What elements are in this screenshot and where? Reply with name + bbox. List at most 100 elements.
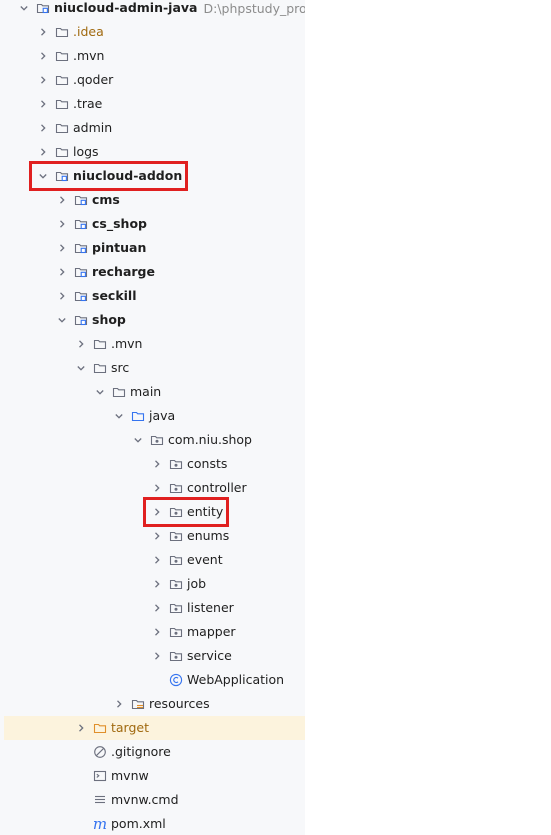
package-icon <box>169 649 183 663</box>
chevron-down-icon[interactable] <box>94 386 106 398</box>
chevron-right-icon[interactable] <box>151 482 163 494</box>
chevron-right-icon[interactable] <box>75 338 87 350</box>
tree-item-label: pom.xml <box>111 816 166 831</box>
tree-item-label: admin <box>73 120 113 135</box>
tree-item-controller[interactable]: controller <box>4 476 305 500</box>
tree-item-com-niu-shop[interactable]: com.niu.shop <box>4 428 305 452</box>
class-icon <box>169 673 183 687</box>
gitignore-icon <box>93 745 107 759</box>
tree-item-label: cms <box>92 192 120 207</box>
chevron-right-icon[interactable] <box>151 530 163 542</box>
tree-item-mapper[interactable]: mapper <box>4 620 305 644</box>
chevron-right-icon[interactable] <box>75 722 87 734</box>
tree-item-recharge[interactable]: recharge <box>4 260 305 284</box>
tree-item-logs[interactable]: logs <box>4 140 305 164</box>
project-path: D:\phpstudy_pro\W <box>203 0 305 16</box>
module-folder-icon <box>74 217 88 231</box>
tree-item-webapplication[interactable]: WebApplication <box>4 668 305 692</box>
chevron-right-icon[interactable] <box>151 650 163 662</box>
chevron-right-icon[interactable] <box>37 122 49 134</box>
tree-item-target[interactable]: target <box>4 716 305 740</box>
tree-item-service[interactable]: service <box>4 644 305 668</box>
tree-item-consts[interactable]: consts <box>4 452 305 476</box>
tree-item-idea[interactable]: .idea <box>4 20 305 44</box>
excluded-folder-icon <box>93 721 107 735</box>
module-folder-icon <box>36 1 50 15</box>
chevron-right-icon[interactable] <box>151 506 163 518</box>
tree-item-entity[interactable]: entity <box>4 500 305 524</box>
package-icon <box>169 505 183 519</box>
tree-item-label: pintuan <box>92 240 147 255</box>
module-folder-icon <box>74 193 88 207</box>
tree-item-pom-xml[interactable]: m pom.xml <box>4 812 305 835</box>
folder-icon <box>55 121 69 135</box>
tree-item-job[interactable]: job <box>4 572 305 596</box>
chevron-right-icon[interactable] <box>37 26 49 38</box>
tree-item-src[interactable]: src <box>4 356 305 380</box>
chevron-right-icon[interactable] <box>56 290 68 302</box>
chevron-right-icon[interactable] <box>151 626 163 638</box>
chevron-right-icon[interactable] <box>151 554 163 566</box>
chevron-right-icon[interactable] <box>151 458 163 470</box>
tree-item-label: main <box>130 384 162 399</box>
tree-item-seckill[interactable]: seckill <box>4 284 305 308</box>
tree-item-listener[interactable]: listener <box>4 596 305 620</box>
tree-item-admin[interactable]: admin <box>4 116 305 140</box>
tree-item-label: .mvn <box>111 336 143 351</box>
tree-item-label: listener <box>187 600 234 615</box>
chevron-down-icon[interactable] <box>56 314 68 326</box>
tree-item-mvn[interactable]: .mvn <box>4 44 305 68</box>
chevron-down-icon[interactable] <box>132 434 144 446</box>
package-icon <box>169 625 183 639</box>
chevron-right-icon[interactable] <box>37 146 49 158</box>
module-folder-icon <box>74 241 88 255</box>
tree-item-resources[interactable]: resources <box>4 692 305 716</box>
tree-item-qoder[interactable]: .qoder <box>4 68 305 92</box>
source-folder-icon <box>131 409 145 423</box>
chevron-right-icon[interactable] <box>151 578 163 590</box>
module-folder-icon <box>74 265 88 279</box>
chevron-right-icon[interactable] <box>37 50 49 62</box>
tree-item-shop[interactable]: shop <box>4 308 305 332</box>
tree-item-event[interactable]: event <box>4 548 305 572</box>
tree-item-label: mvnw <box>111 768 149 783</box>
chevron-right-icon[interactable] <box>56 242 68 254</box>
chevron-right-icon[interactable] <box>56 266 68 278</box>
text-file-icon <box>93 793 107 807</box>
tree-item-pintuan[interactable]: pintuan <box>4 236 305 260</box>
module-folder-icon <box>74 313 88 327</box>
tree-item-niucloud-addon[interactable]: niucloud-addon <box>4 164 305 188</box>
tree-item-label: .trae <box>73 96 103 111</box>
tree-item-label: src <box>111 360 130 375</box>
chevron-down-icon[interactable] <box>37 170 49 182</box>
chevron-down-icon[interactable] <box>18 2 30 14</box>
chevron-right-icon[interactable] <box>113 698 125 710</box>
package-icon <box>169 457 183 471</box>
folder-icon <box>55 73 69 87</box>
tree-item-cms[interactable]: cms <box>4 188 305 212</box>
tree-item-label: entity <box>187 504 224 519</box>
chevron-down-icon[interactable] <box>75 362 87 374</box>
chevron-right-icon[interactable] <box>56 194 68 206</box>
chevron-right-icon[interactable] <box>37 98 49 110</box>
tree-item-label: .qoder <box>73 72 114 87</box>
package-icon <box>150 433 164 447</box>
tree-item-mvn[interactable]: .mvn <box>4 332 305 356</box>
chevron-right-icon[interactable] <box>56 218 68 230</box>
package-icon <box>169 481 183 495</box>
package-icon <box>169 577 183 591</box>
tree-item-enums[interactable]: enums <box>4 524 305 548</box>
folder-icon <box>93 361 107 375</box>
tree-item-gitignore[interactable]: .gitignore <box>4 740 305 764</box>
chevron-right-icon[interactable] <box>151 602 163 614</box>
tree-item-main[interactable]: main <box>4 380 305 404</box>
chevron-down-icon[interactable] <box>113 410 125 422</box>
tree-item-mvnw-cmd[interactable]: mvnw.cmd <box>4 788 305 812</box>
tree-item-cs-shop[interactable]: cs_shop <box>4 212 305 236</box>
tree-item-java[interactable]: java <box>4 404 305 428</box>
tree-item-mvnw[interactable]: mvnw <box>4 764 305 788</box>
tree-item-niucloud-admin-java[interactable]: niucloud-admin-java D:\phpstudy_pro\W <box>4 0 305 20</box>
tree-item-label: seckill <box>92 288 137 303</box>
chevron-right-icon[interactable] <box>37 74 49 86</box>
tree-item-trae[interactable]: .trae <box>4 92 305 116</box>
